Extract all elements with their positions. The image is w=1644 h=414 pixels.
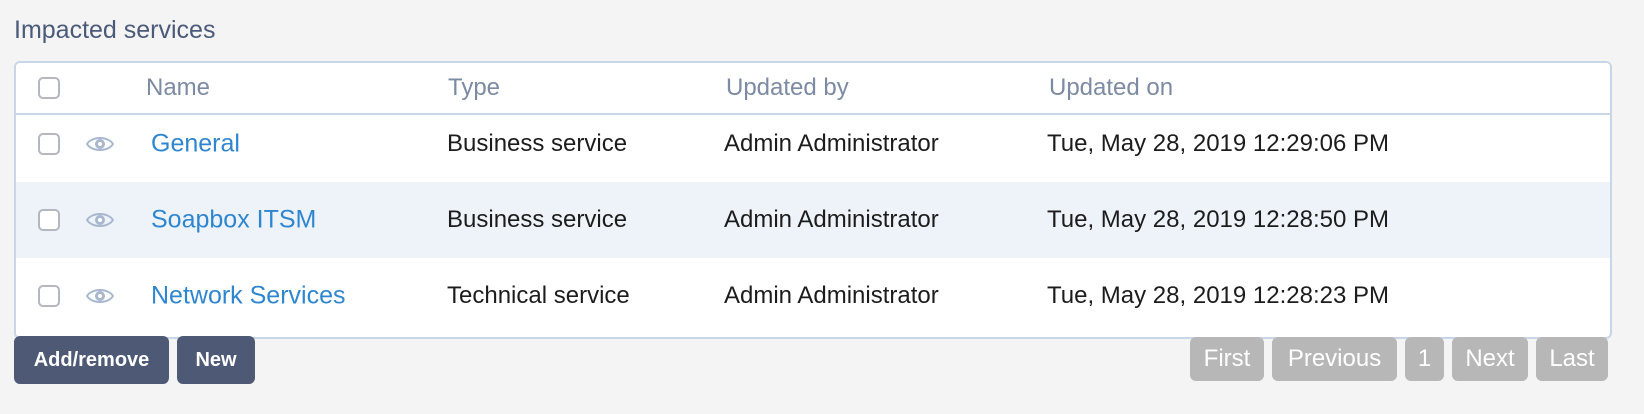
- service-name-link[interactable]: Network Services: [151, 282, 346, 311]
- eye-icon[interactable]: [86, 286, 114, 306]
- updated-on: Tue, May 28, 2019 12:28:50 PM: [1047, 206, 1389, 233]
- pagination-last-button[interactable]: Last: [1536, 337, 1608, 381]
- eye-icon[interactable]: [86, 210, 114, 230]
- table-row: Network Services Technical service Admin…: [16, 258, 1610, 334]
- updated-on: Tue, May 28, 2019 12:29:06 PM: [1047, 130, 1389, 157]
- pagination-previous-button[interactable]: Previous: [1272, 337, 1397, 381]
- service-type: Business service: [447, 130, 628, 157]
- select-all-checkbox[interactable]: [38, 77, 60, 99]
- services-table: Name Type Updated by Updated on General …: [14, 61, 1612, 339]
- row-checkbox[interactable]: [38, 209, 60, 231]
- column-header-name[interactable]: Name: [146, 74, 210, 102]
- updated-by: Admin Administrator: [724, 130, 939, 157]
- service-type: Technical service: [447, 282, 630, 309]
- updated-by: Admin Administrator: [724, 282, 939, 309]
- updated-on: Tue, May 28, 2019 12:28:23 PM: [1047, 282, 1389, 309]
- column-header-type[interactable]: Type: [448, 74, 500, 102]
- updated-by: Admin Administrator: [724, 206, 939, 233]
- row-checkbox[interactable]: [38, 285, 60, 307]
- section-title: Impacted services: [14, 16, 216, 44]
- add-remove-button[interactable]: Add/remove: [14, 336, 169, 384]
- service-name-link[interactable]: Soapbox ITSM: [151, 206, 316, 235]
- service-type: Business service: [447, 206, 628, 233]
- service-name-link[interactable]: General: [151, 130, 240, 159]
- column-header-updated-on[interactable]: Updated on: [1049, 74, 1173, 102]
- pagination-next-button[interactable]: Next: [1452, 337, 1528, 381]
- eye-icon[interactable]: [86, 134, 114, 154]
- table-row: General Business service Admin Administr…: [16, 106, 1610, 182]
- pagination-page-button[interactable]: 1: [1405, 337, 1444, 381]
- pagination-first-button[interactable]: First: [1190, 337, 1264, 381]
- new-button[interactable]: New: [177, 336, 255, 384]
- column-header-updated-by[interactable]: Updated by: [726, 74, 849, 102]
- row-checkbox[interactable]: [38, 133, 60, 155]
- table-row: Soapbox ITSM Business service Admin Admi…: [16, 182, 1610, 258]
